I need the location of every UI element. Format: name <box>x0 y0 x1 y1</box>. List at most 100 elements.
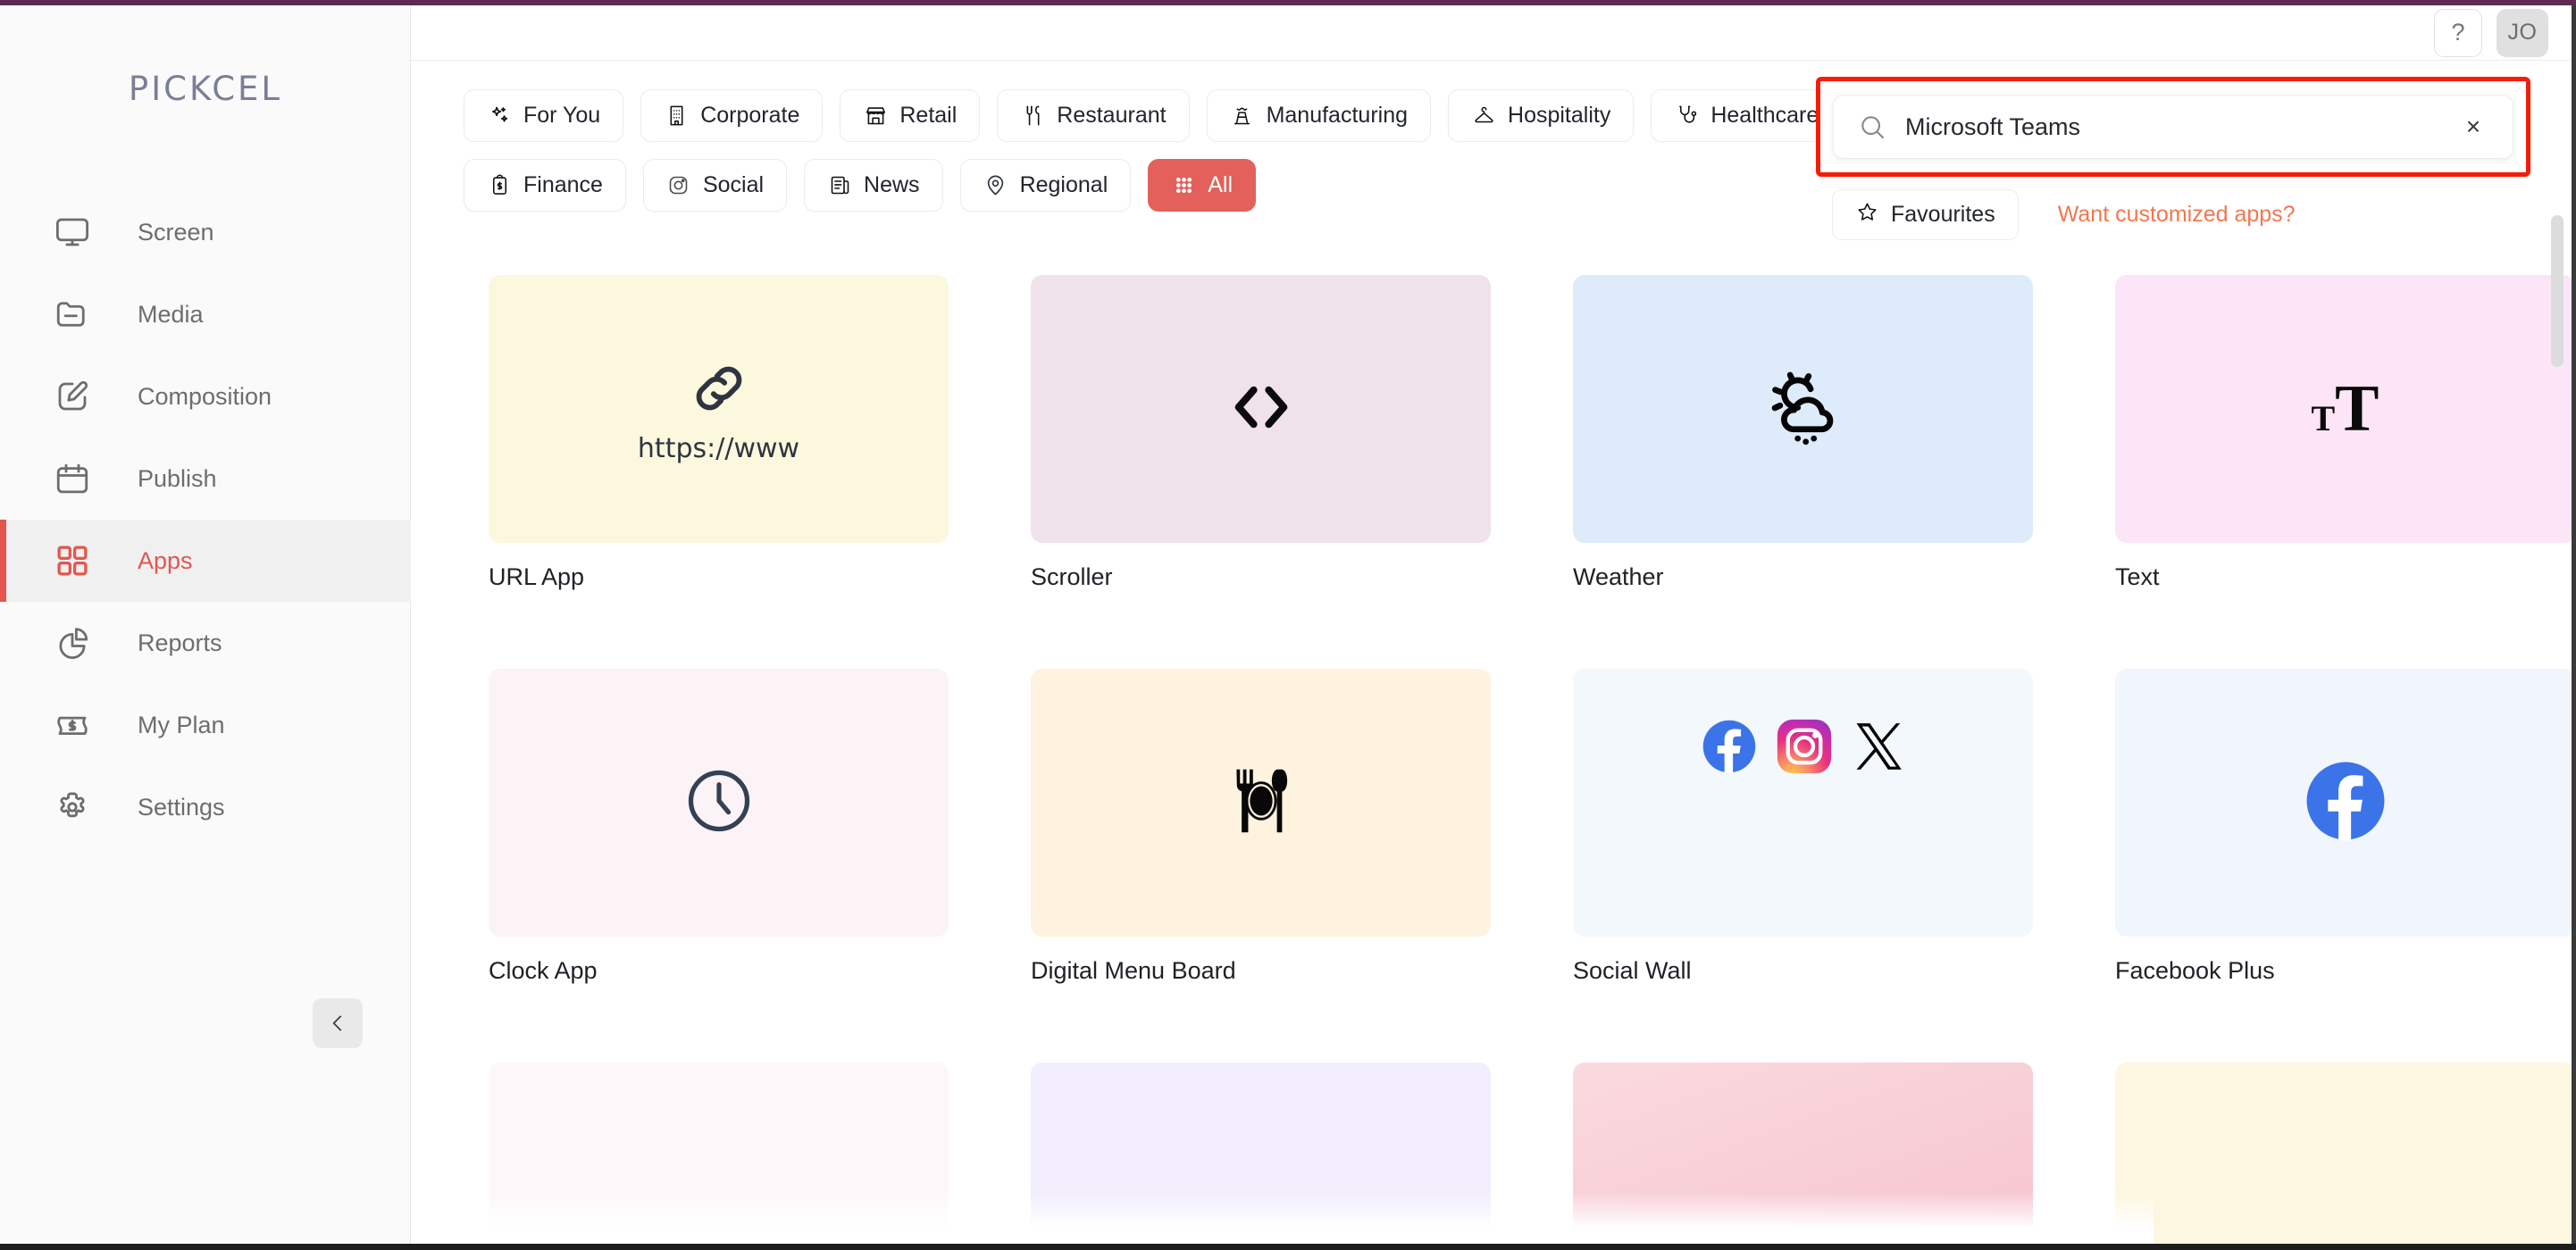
scrollbar-thumb[interactable] <box>2551 215 2563 367</box>
sidebar-item-media[interactable]: Media <box>0 273 411 355</box>
category-filters-row-1: For You Corporate <box>464 89 1857 142</box>
stethoscope-icon <box>1674 104 1699 129</box>
social-icons-row <box>1702 719 1905 779</box>
ticket-dollar-icon <box>52 704 93 746</box>
app-card-scroller[interactable]: Scroller <box>1031 275 1491 591</box>
sidebar-item-composition[interactable]: Composition <box>0 355 411 438</box>
app-thumbnail: https://www <box>489 275 949 543</box>
filter-chip-news[interactable]: News <box>804 159 943 212</box>
window-right-edge <box>2572 0 2576 1250</box>
filter-chip-hospitality[interactable]: Hospitality <box>1448 89 1634 142</box>
app-card-weather[interactable]: Weather <box>1573 275 2033 591</box>
main-content: For You Corporate <box>412 61 2572 1244</box>
clipboard-dollar-icon <box>487 173 512 198</box>
chevron-left-icon <box>326 1012 349 1035</box>
sidebar-item-my-plan[interactable]: My Plan <box>0 684 411 766</box>
sidebar-item-reports[interactable]: Reports <box>0 602 411 684</box>
calendar-icon <box>52 458 93 499</box>
sidebar-item-label: Screen <box>138 219 214 246</box>
app-thumbnail <box>2115 1062 2572 1244</box>
app-card-partial-3[interactable] <box>1573 1062 2033 1244</box>
filter-chip-social[interactable]: Social <box>643 159 787 212</box>
gear-icon <box>52 787 93 828</box>
sidebar-item-screen[interactable]: Screen <box>0 191 411 273</box>
filter-chip-finance[interactable]: Finance <box>464 159 626 212</box>
filter-chip-regional[interactable]: Regional <box>960 159 1132 212</box>
app-thumbnail <box>1031 669 1491 937</box>
app-card-social-wall[interactable]: Social Wall <box>1573 669 2033 985</box>
plate-cutlery-icon <box>1220 760 1302 846</box>
filter-chip-manufacturing[interactable]: Manufacturing <box>1207 89 1431 142</box>
storefront-icon <box>863 104 888 129</box>
sidebar-item-settings[interactable]: Settings <box>0 766 411 848</box>
link-icon <box>684 354 754 428</box>
facebook-icon <box>2304 760 2387 846</box>
filter-chip-label: Hospitality <box>1508 103 1610 129</box>
filter-chip-for-you[interactable]: For You <box>464 89 623 142</box>
filter-chip-retail[interactable]: Retail <box>840 89 980 142</box>
filter-chip-label: Corporate <box>700 103 799 129</box>
sidebar-item-publish[interactable]: Publish <box>0 438 411 520</box>
app-card-partial-1[interactable] <box>489 1062 949 1244</box>
category-filters: For You Corporate <box>464 89 1857 212</box>
filter-chip-label: Finance <box>523 172 603 198</box>
sparkles-icon <box>487 104 512 129</box>
clear-search-button[interactable]: × <box>2457 111 2489 143</box>
avatar[interactable]: JO <box>2497 9 2548 57</box>
app-card-url-app[interactable]: https://www URL App <box>489 275 949 591</box>
app-thumbnail <box>489 669 949 937</box>
search-sub-row: Favourites Want customized apps? <box>1816 189 2530 240</box>
app-card-text[interactable]: TT Text <box>2115 275 2572 591</box>
search-area: × Favourites Want customized apps? <box>1816 77 2530 240</box>
content-scrollbar[interactable] <box>2547 121 2567 1244</box>
app-card-label: URL App <box>489 563 949 591</box>
edit-square-icon <box>52 376 93 417</box>
app-logo[interactable]: PICKCEL <box>0 70 411 108</box>
filter-chip-restaurant[interactable]: Restaurant <box>997 89 1189 142</box>
filter-chip-label: Manufacturing <box>1267 103 1408 129</box>
help-icon: ? <box>2451 19 2464 46</box>
app-card-digital-menu-board[interactable]: Digital Menu Board <box>1031 669 1491 985</box>
app-card-partial-2[interactable] <box>1031 1062 1491 1244</box>
sidebar: PICKCEL Screen Media <box>0 5 411 1244</box>
filter-chip-healthcare[interactable]: Healthcare <box>1651 89 1842 142</box>
favourites-button[interactable]: Favourites <box>1832 189 2019 240</box>
filter-chip-all[interactable]: All <box>1148 159 1256 212</box>
app-thumbnail <box>1573 1062 2033 1244</box>
pie-chart-icon <box>52 622 93 663</box>
app-card-label: Facebook Plus <box>2115 957 2572 985</box>
app-thumbnail <box>1031 1062 1491 1244</box>
sidebar-item-label: Publish <box>138 465 217 493</box>
favourites-label: Favourites <box>1891 202 1995 228</box>
sidebar-item-label: Media <box>138 301 204 329</box>
folder-icon <box>52 294 93 335</box>
app-card-clock-app[interactable]: Clock App <box>489 669 949 985</box>
app-card-facebook-plus[interactable]: Facebook Plus <box>2115 669 2572 985</box>
app-root: PICKCEL Screen Media <box>0 0 2576 1250</box>
app-card-label: Text <box>2115 563 2572 591</box>
grid-squares-icon <box>52 540 93 581</box>
search-box[interactable]: × <box>1833 95 2513 159</box>
custom-apps-link[interactable]: Want customized apps? <box>2058 202 2296 228</box>
building-icon <box>664 104 689 129</box>
star-icon <box>1855 200 1879 230</box>
window-bottom-edge <box>0 1244 2576 1250</box>
sidebar-item-apps[interactable]: Apps <box>0 520 411 602</box>
sidebar-nav: Screen Media Compositi <box>0 191 411 848</box>
filter-chip-label: Retail <box>899 103 957 129</box>
app-card-partial-4[interactable] <box>2115 1062 2572 1244</box>
filter-chip-corporate[interactable]: Corporate <box>640 89 823 142</box>
sidebar-item-label: Settings <box>138 794 225 821</box>
facebook-icon <box>1702 719 1757 779</box>
filter-chip-label: All <box>1208 172 1233 198</box>
filter-chip-label: For You <box>523 103 600 129</box>
window-top-bar <box>0 0 2576 5</box>
map-pin-icon <box>983 173 1008 198</box>
instagram-icon <box>1777 719 1832 779</box>
hanger-icon <box>1471 104 1496 129</box>
help-button[interactable]: ? <box>2434 9 2482 57</box>
filter-chip-label: Healthcare <box>1710 103 1819 129</box>
search-input[interactable] <box>1905 113 2457 141</box>
search-icon <box>1857 112 1887 142</box>
sidebar-collapse-button[interactable] <box>313 998 363 1048</box>
